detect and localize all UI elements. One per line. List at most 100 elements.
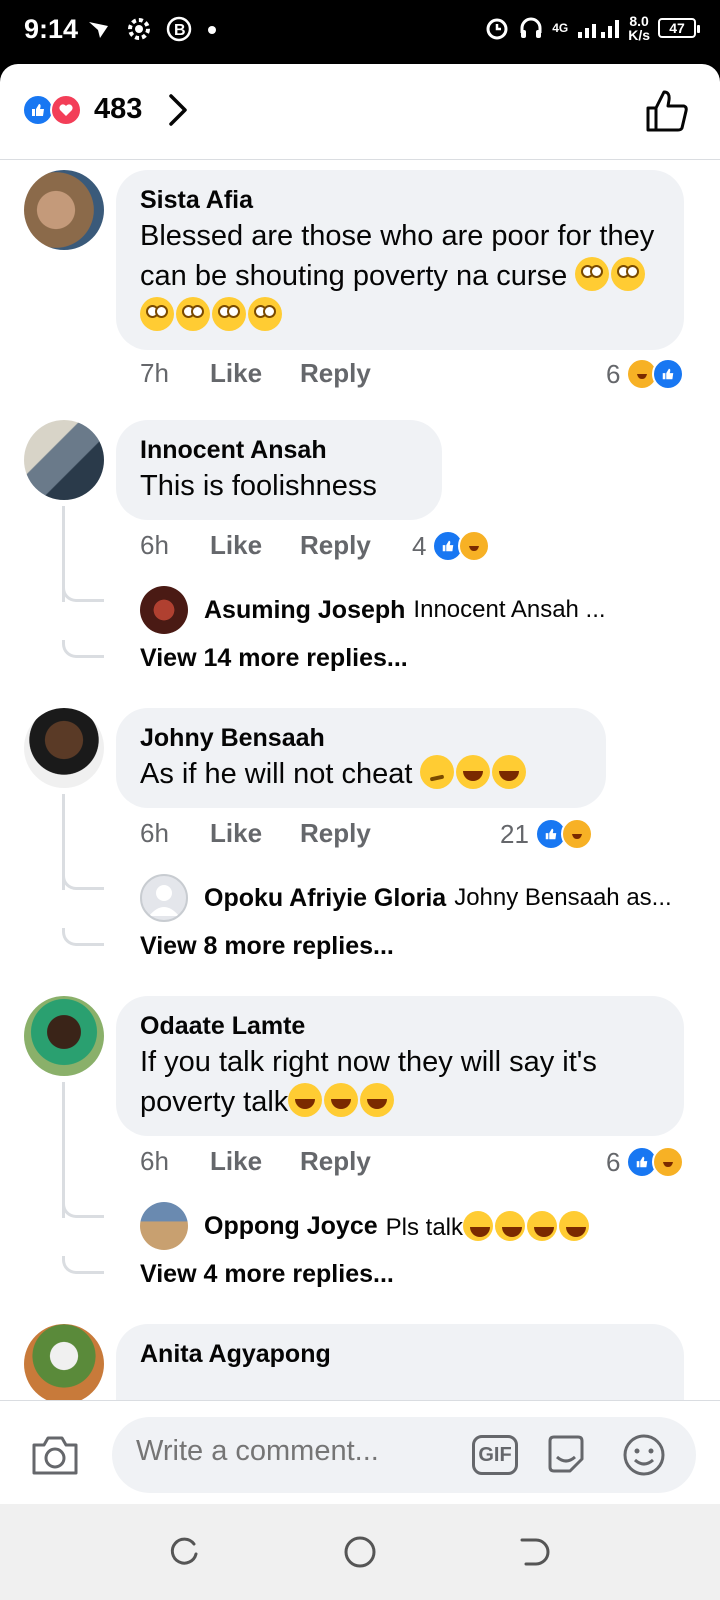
- system-navigation-bar: [0, 1504, 720, 1600]
- b-circle-icon: B: [166, 16, 192, 42]
- face-with-tears-of-joy-icon: [559, 1210, 589, 1241]
- view-more-replies-link[interactable]: View 4 more replies...: [140, 1260, 394, 1289]
- face-with-rolling-eyes-icon: [611, 257, 646, 291]
- like-link[interactable]: Like: [210, 530, 300, 561]
- speed-unit: K/s: [628, 27, 650, 43]
- rolling-on-floor-laughing-icon: [492, 755, 527, 789]
- comment-reactions[interactable]: 6: [606, 358, 685, 390]
- reply-author[interactable]: Asuming Joseph: [204, 596, 405, 625]
- view-more-replies-link[interactable]: View 14 more replies...: [140, 644, 408, 673]
- home-icon[interactable]: [342, 1534, 378, 1570]
- like-link[interactable]: Like: [210, 358, 300, 389]
- thread-branch: [62, 584, 104, 602]
- comment-text: Blessed are those who are poor for they …: [140, 216, 660, 336]
- reaction-count: 6: [606, 358, 621, 389]
- back-icon[interactable]: [516, 1534, 552, 1570]
- thread-branch: [62, 1200, 104, 1218]
- bird-icon: [89, 22, 108, 38]
- face-with-tears-of-joy-icon: [495, 1210, 525, 1241]
- reply-author[interactable]: Opoku Afriyie Gloria: [204, 884, 446, 913]
- reply-preview[interactable]: Opoku Afriyie Gloria Johny Bensaah as...: [140, 874, 672, 922]
- avatar[interactable]: [140, 586, 188, 634]
- signal-icon: [578, 20, 620, 38]
- avatar[interactable]: [24, 420, 104, 500]
- face-with-rolling-eyes-icon: [140, 297, 174, 331]
- status-time: 9:14: [24, 14, 79, 44]
- reply-link[interactable]: Reply: [300, 358, 371, 389]
- comment-bubble[interactable]: Sista Afia Blessed are those who are poo…: [116, 170, 684, 350]
- reply-author[interactable]: Oppong Joyce: [204, 1212, 378, 1241]
- avatar[interactable]: [24, 170, 104, 250]
- haha-icon: [560, 818, 593, 850]
- comment-author[interactable]: Odaate Lamte: [140, 1010, 660, 1042]
- face-with-rolling-eyes-icon: [176, 297, 210, 331]
- recents-icon[interactable]: [166, 1534, 202, 1570]
- comment-text: If you talk right now they will say it's…: [140, 1042, 660, 1122]
- reply-link[interactable]: Reply: [300, 818, 371, 849]
- reply-preview[interactable]: Oppong Joyce Pls talk: [140, 1202, 591, 1250]
- comments-list: Sista Afia Blessed are those who are poo…: [0, 168, 720, 1464]
- comment-reactions[interactable]: 4: [412, 530, 491, 562]
- reaction-count: 21: [500, 818, 529, 849]
- haha-icon: [458, 530, 491, 562]
- avatar[interactable]: [24, 708, 104, 788]
- comment-bubble[interactable]: Innocent Ansah This is foolishness: [116, 420, 442, 520]
- reply-preview[interactable]: Asuming Joseph Innocent Ansah ...: [140, 586, 606, 634]
- sticker-icon[interactable]: [542, 1431, 590, 1479]
- reactions-summary-bar[interactable]: 483: [0, 64, 720, 160]
- like-link[interactable]: Like: [210, 1146, 300, 1177]
- network-speed: 8.0 K/s: [628, 14, 650, 42]
- camera-icon[interactable]: [30, 1433, 80, 1477]
- speed-value: 8.0: [629, 13, 649, 29]
- face-with-tears-of-joy-icon: [288, 1083, 323, 1117]
- svg-text:B: B: [174, 22, 186, 39]
- comment-input[interactable]: [136, 1435, 456, 1468]
- like-post-button[interactable]: [644, 88, 690, 134]
- avatar[interactable]: [24, 1324, 104, 1404]
- face-with-rolling-eyes-icon: [575, 257, 610, 291]
- face-with-tears-of-joy-icon: [527, 1210, 557, 1241]
- reaction-icons: [22, 94, 82, 126]
- rolling-on-floor-laughing-icon: [456, 755, 491, 789]
- reply-snippet: Innocent Ansah ...: [413, 596, 606, 623]
- chevron-right-icon[interactable]: [166, 92, 190, 128]
- smirking-face-icon: [420, 755, 455, 789]
- comment-body: This is foolishness: [140, 470, 377, 502]
- avatar[interactable]: [140, 1202, 188, 1250]
- comment-actions: 7h Like Reply: [140, 358, 371, 389]
- network-type: 4G: [552, 21, 569, 35]
- comment-bubble[interactable]: Odaate Lamte If you talk right now they …: [116, 996, 684, 1136]
- comment-actions: 6h Like Reply: [140, 1146, 371, 1177]
- comment-reactions[interactable]: 21: [500, 818, 593, 850]
- reply-snippet-text: Pls talk: [385, 1213, 463, 1241]
- comments-sheet: 483 Sista Afia Blessed are those who are…: [0, 64, 720, 1504]
- comment-author[interactable]: Sista Afia: [140, 184, 660, 216]
- comment-author[interactable]: Johny Bensaah: [140, 722, 582, 754]
- battery-indicator: 47: [658, 18, 700, 38]
- comment-time: 7h: [140, 358, 169, 388]
- comment-time: 6h: [140, 1146, 169, 1176]
- comment-reactions[interactable]: 6: [606, 1146, 685, 1178]
- avatar[interactable]: [24, 996, 104, 1076]
- dot-icon: [208, 26, 216, 34]
- default-avatar-icon[interactable]: [140, 874, 188, 922]
- comment-author[interactable]: Innocent Ansah: [140, 434, 418, 466]
- comment-bubble[interactable]: Johny Bensaah As if he will not cheat: [116, 708, 606, 808]
- gif-button[interactable]: GIF: [472, 1435, 518, 1475]
- thread-line: [62, 1082, 65, 1218]
- comment-author[interactable]: Anita Agyapong: [140, 1338, 660, 1370]
- comment-time: 6h: [140, 818, 169, 848]
- reply-link[interactable]: Reply: [300, 530, 371, 561]
- reply-link[interactable]: Reply: [300, 1146, 371, 1177]
- reaction-count[interactable]: 483: [94, 93, 142, 126]
- view-more-replies-link[interactable]: View 8 more replies...: [140, 932, 394, 961]
- emoji-icon[interactable]: [620, 1431, 668, 1479]
- comment-actions: 6h Like Reply: [140, 818, 371, 849]
- status-bar: 9:14 B 4G 8.0 K/s 47: [0, 0, 720, 64]
- face-with-rolling-eyes-icon: [248, 297, 282, 331]
- haha-icon: [652, 1146, 685, 1178]
- thread-branch: [62, 1256, 104, 1274]
- reply-snippet: Pls talk: [385, 1210, 591, 1242]
- like-link[interactable]: Like: [210, 818, 300, 849]
- love-icon: [50, 94, 82, 126]
